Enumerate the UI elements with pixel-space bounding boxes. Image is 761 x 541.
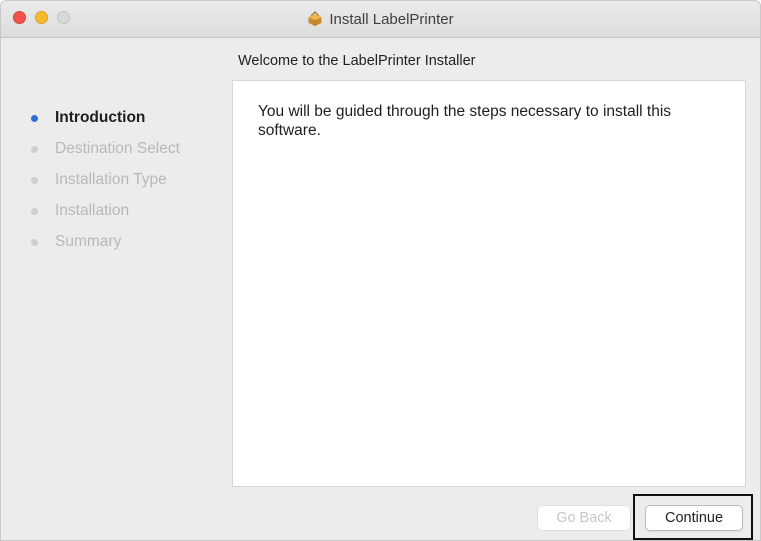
step-introduction: Introduction [29,108,180,139]
go-back-button: Go Back [537,505,631,531]
step-indicator-dot [31,239,38,246]
window-title: Install LabelPrinter [329,10,454,28]
step-indicator-dot [31,177,38,184]
step-installation-type: Installation Type [29,170,180,201]
step-indicator-dot [31,115,38,122]
installer-steps-list: Introduction Destination Select Installa… [29,108,180,263]
introduction-text: You will be guided through the steps nec… [258,103,672,139]
step-label: Installation [55,202,130,219]
step-label: Introduction [55,109,146,126]
step-label: Destination Select [55,140,180,157]
window-title-group: Install LabelPrinter [1,1,760,37]
step-summary: Summary [29,232,180,263]
step-destination-select: Destination Select [29,139,180,170]
step-indicator-dot [31,146,38,153]
step-installation: Installation [29,201,180,232]
title-bar[interactable]: Install LabelPrinter [1,1,760,38]
step-label: Summary [55,233,122,250]
welcome-heading: Welcome to the LabelPrinter Installer [238,53,476,69]
step-label: Installation Type [55,171,167,188]
installer-window: Install LabelPrinter Welcome to the Labe… [0,0,761,541]
content-panel: You will be guided through the steps nec… [232,80,746,487]
package-icon [307,11,323,27]
step-indicator-dot [31,208,38,215]
continue-highlight-box [633,494,753,540]
